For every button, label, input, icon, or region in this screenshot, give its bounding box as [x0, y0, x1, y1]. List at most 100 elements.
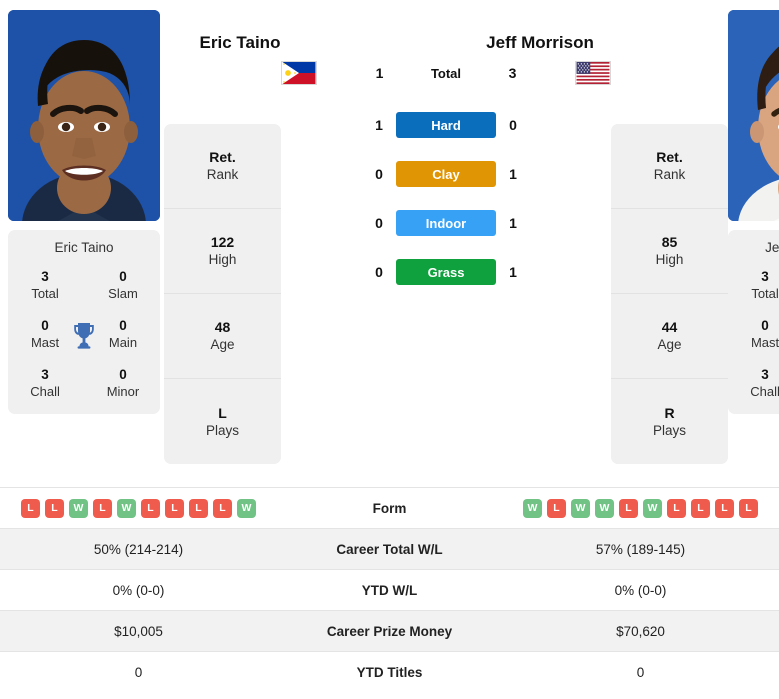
table-row-prize-money: $10,005 Career Prize Money $70,620 [0, 610, 779, 652]
stat-slam-value-left: 0 [119, 269, 127, 284]
surface-hard-right: 0 [509, 117, 517, 133]
info-cell-high-right: 85 High [611, 209, 728, 294]
info-rank-label-left: Rank [206, 167, 239, 183]
info-plays-value-left: L [218, 404, 227, 421]
info-rank-value-right: Ret. [656, 149, 683, 166]
row-label-prize-money: Career Prize Money [326, 623, 453, 639]
titles-card-name-right: Jeff Morrison [765, 240, 779, 255]
surface-hard-bar[interactable]: Hard [396, 112, 496, 138]
titles-row-total-slam-right: 3 Total 0 Slam [734, 269, 779, 302]
comparison-table: LLWLWLLLLW Form WLWWLWLLLL 50% (214-214)… [0, 487, 779, 693]
form-badge-win: W [595, 498, 614, 518]
usa-flag-icon [574, 61, 611, 85]
info-plays-value-right: R [664, 404, 675, 421]
stat-total-value-right: 3 [761, 269, 769, 284]
stat-total-value-left: 3 [41, 269, 49, 284]
philippines-flag-icon [281, 61, 317, 85]
surface-indoor-left: 0 [375, 215, 383, 231]
form-cell-right: WLWWLWLLLL [502, 488, 779, 529]
info-card-left: Ret. Rank 122 High 48 Age L Plays [164, 124, 281, 464]
form-badge-loss: L [45, 498, 64, 518]
ytd-titles-left: 0 [134, 664, 143, 680]
h2h-total-label: Total [430, 65, 462, 81]
surface-grass-right: 1 [509, 264, 517, 280]
surface-row-grass: 0 Grass 1 [326, 259, 566, 285]
titles-row-chall-minor-left: 3 Chall 0 Minor [14, 367, 154, 400]
info-cell-age-right: 44 Age [611, 294, 728, 379]
stat-mast-label-right: Mast [750, 335, 779, 350]
stat-chall-label-left: Chall [30, 384, 60, 400]
form-badge-loss: L [165, 498, 184, 518]
career-wl-right: 57% (189-145) [595, 541, 686, 557]
info-cell-plays-right: R Plays [611, 379, 728, 464]
info-plays-label-right: Plays [652, 422, 686, 438]
info-cell-plays-left: L Plays [164, 379, 281, 464]
form-badge-loss: L [715, 498, 734, 518]
info-age-value-right: 44 [661, 319, 678, 336]
form-badge-loss: L [547, 498, 566, 518]
table-row-career-wl: 50% (214-214) Career Total W/L 57% (189-… [0, 528, 779, 570]
player-photo-left[interactable] [8, 10, 160, 221]
titles-card-name-left: Eric Taino [54, 240, 114, 255]
titles-card-left: Eric Taino 3 Total 0 Slam 0 Mast 0 Main … [8, 230, 160, 415]
ytd-wl-left: 0% (0-0) [112, 582, 165, 598]
info-high-label-left: High [208, 252, 237, 268]
stat-minor-label-left: Minor [106, 384, 140, 400]
table-row-form: LLWLWLLLLW Form WLWWLWLLLL [0, 487, 779, 529]
trophy-icon-left [70, 321, 98, 349]
h2h-total-left: 1 [375, 65, 384, 81]
stat-total-left: 3 Total [20, 269, 70, 302]
prize-money-left: $10,005 [114, 623, 163, 639]
surface-row-clay: 0 Clay 1 [326, 161, 566, 187]
table-row-ytd-wl: 0% (0-0) YTD W/L 0% (0-0) [0, 569, 779, 611]
stat-chall-left: 3 Chall [20, 367, 70, 400]
form-badge-loss: L [691, 498, 710, 518]
row-label-career-wl: Career Total W/L [336, 541, 443, 557]
table-row-ytd-titles: 0 YTD Titles 0 [0, 651, 779, 693]
form-badge-loss: L [21, 498, 40, 518]
surface-grass-bar[interactable]: Grass [396, 259, 496, 285]
surface-breakdown-list: 1 Hard 0 0 Clay 1 0 Indoor 1 0 Grass 1 [326, 112, 566, 285]
titles-row-mast-main-left: 0 Mast 0 Main [14, 318, 154, 351]
stat-slam-label-left: Slam [108, 285, 138, 301]
form-badge-loss: L [93, 498, 112, 518]
player-photo-right[interactable] [728, 10, 779, 221]
info-rank-value-left: Ret. [209, 149, 236, 166]
info-high-value-right: 85 [661, 234, 678, 251]
h2h-total-right: 3 [508, 65, 517, 81]
titles-card-right: Jeff Morrison 3 Total 0 Slam [728, 230, 779, 415]
stat-total-right: 3 Total [740, 269, 779, 302]
form-badge-loss: L [619, 498, 638, 518]
career-wl-left: 50% (214-214) [93, 541, 184, 557]
stat-minor-left: 0 Minor [98, 367, 148, 400]
stat-main-label-left: Main [108, 335, 138, 350]
info-column-right: Ret. Rank 85 High 44 Age R Plays [611, 10, 728, 464]
stat-main-value-left: 0 [119, 318, 127, 334]
top-section: Eric Taino 3 Total 0 Slam 0 Mast 0 Main … [0, 0, 779, 464]
form-badge-loss: L [213, 498, 232, 518]
surface-clay-bar[interactable]: Clay [396, 161, 496, 187]
stat-chall-right: 3 Chall [740, 367, 779, 400]
info-cell-rank-right: Ret. Rank [611, 124, 728, 209]
head-to-head-section: 1 Total 3 1 Hard 0 0 Clay 1 0 Indoor 1 0… [281, 10, 611, 285]
row-label-form: Form [372, 500, 407, 516]
titles-row-chall-minor-right: 3 Chall 0 Minor [734, 367, 779, 400]
surface-clay-right: 1 [509, 166, 517, 182]
info-rank-label-right: Rank [653, 167, 686, 183]
form-badge-win: W [643, 498, 662, 518]
form-cell-left: LLWLWLLLLW [0, 488, 277, 529]
info-high-value-left: 122 [210, 234, 235, 251]
player-column-left: Eric Taino 3 Total 0 Slam 0 Mast 0 Main … [8, 10, 164, 415]
surface-indoor-bar[interactable]: Indoor [396, 210, 496, 236]
stat-mast-value-right: 0 [761, 318, 769, 334]
info-cell-rank-left: Ret. Rank [164, 124, 281, 209]
info-high-label-right: High [655, 252, 684, 268]
form-badge-win: W [69, 498, 88, 518]
titles-row-total-slam-left: 3 Total 0 Slam [14, 269, 154, 302]
form-badge-win: W [117, 498, 136, 518]
form-badge-loss: L [739, 498, 758, 518]
stat-total-label-left: Total [31, 285, 59, 301]
player-column-right: Jeff Morrison 3 Total 0 Slam [728, 10, 779, 415]
form-badge-loss: L [141, 498, 160, 518]
stat-chall-value-right: 3 [761, 367, 769, 383]
